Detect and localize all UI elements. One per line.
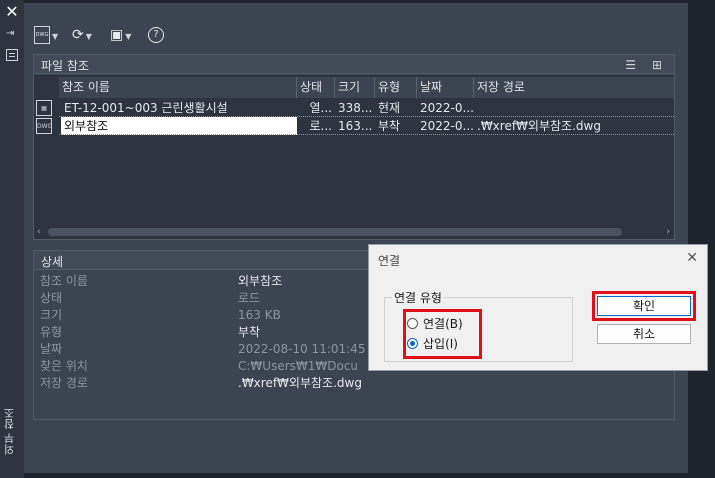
dwg-file-icon: DWG bbox=[36, 118, 52, 134]
palette-vertical-title: 외부 참조 bbox=[3, 407, 16, 455]
tree-view-icon[interactable]: ⊞ bbox=[652, 58, 662, 72]
details-title: 상세 bbox=[41, 255, 64, 269]
scroll-right-icon[interactable]: › bbox=[666, 225, 670, 239]
scroll-left-icon[interactable]: ‹ bbox=[37, 225, 41, 239]
attach-type-label: 연결 유형 bbox=[392, 289, 444, 306]
close-icon[interactable]: ✕ bbox=[5, 4, 19, 20]
refresh-icon: ⟳ bbox=[72, 27, 84, 43]
highlight-radio-box bbox=[403, 309, 482, 359]
help-icon: ? bbox=[148, 27, 164, 43]
chevron-down-icon[interactable]: ▼ bbox=[125, 32, 131, 41]
autohide-icon[interactable]: ⇥ bbox=[6, 28, 18, 40]
horizontal-scrollbar[interactable]: ‹ › bbox=[34, 225, 674, 239]
cancel-button[interactable]: 취소 bbox=[597, 324, 691, 344]
file-references-title: 파일 참조 bbox=[41, 59, 89, 73]
attach-dwg-icon: DWG bbox=[34, 26, 50, 44]
ref-size: 163... bbox=[338, 119, 373, 133]
column-header-path[interactable]: 저장 경로 bbox=[474, 77, 674, 98]
ref-status: 열... bbox=[309, 101, 332, 115]
column-header-date[interactable]: 날짜 bbox=[417, 77, 474, 98]
help-button[interactable]: ? bbox=[148, 24, 164, 46]
change-path-icon: ▣ bbox=[110, 27, 124, 43]
ref-size: 338... bbox=[338, 101, 373, 115]
column-header-size[interactable]: 크기 bbox=[335, 77, 375, 98]
close-icon[interactable]: ✕ bbox=[686, 250, 698, 266]
properties-icon[interactable] bbox=[6, 49, 18, 61]
highlight-ok-box bbox=[592, 291, 696, 321]
ref-date: 2022-0... bbox=[420, 119, 474, 133]
ref-name: ET-12-001~003 근린생활시설 bbox=[64, 101, 228, 115]
column-header-name[interactable]: 참조 이름 bbox=[59, 77, 297, 98]
palette-toolbar: DWG ▼ ⟳ ▼ ▣ ▼ ? bbox=[24, 22, 688, 48]
file-references-header: 파일 참조 ☰ ⊞ bbox=[33, 54, 675, 74]
refresh-button[interactable]: ⟳ ▼ bbox=[72, 24, 92, 46]
chevron-down-icon[interactable]: ▼ bbox=[52, 32, 58, 41]
attach-type-dialog: 연결 ✕ 연결 유형 연결(B) 삽입(I) 확인 취소 bbox=[368, 244, 708, 371]
ref-type: 부착 bbox=[378, 119, 401, 133]
ref-path bbox=[474, 99, 674, 117]
change-path-button[interactable]: ▣ ▼ bbox=[110, 24, 131, 46]
drawing-canvas bbox=[688, 0, 715, 478]
master-drawing-icon: ▦ bbox=[36, 100, 52, 116]
palette-side-strip: ✕ ⇥ 외부 참조 bbox=[0, 0, 24, 478]
scrollbar-thumb[interactable] bbox=[48, 228, 622, 236]
ref-status: 로... bbox=[309, 119, 332, 133]
column-header-status[interactable]: 상태 bbox=[297, 77, 335, 98]
ref-path: .₩xref₩외부참조.dwg bbox=[477, 119, 601, 133]
ref-type: 현재 bbox=[378, 101, 401, 115]
chevron-down-icon[interactable]: ▼ bbox=[86, 32, 92, 41]
attach-dwg-button[interactable]: DWG ▼ bbox=[34, 24, 58, 46]
ref-name[interactable]: 외부참조 bbox=[61, 117, 297, 135]
dialog-title: 연결 bbox=[378, 254, 401, 268]
file-references-list: 참조 이름 상태 크기 유형 날짜 저장 경로 ▦ ET-12-001~003 … bbox=[33, 75, 675, 240]
table-row[interactable]: ▦ ET-12-001~003 근린생활시설 열... 338... 현재 20… bbox=[34, 99, 674, 117]
column-header-type[interactable]: 유형 bbox=[375, 77, 417, 98]
table-row[interactable]: DWG 외부참조 로... 163... 부착 2022-0... .₩xref… bbox=[34, 117, 674, 135]
list-view-icon[interactable]: ☰ bbox=[625, 58, 636, 72]
ref-date: 2022-0... bbox=[420, 101, 474, 115]
